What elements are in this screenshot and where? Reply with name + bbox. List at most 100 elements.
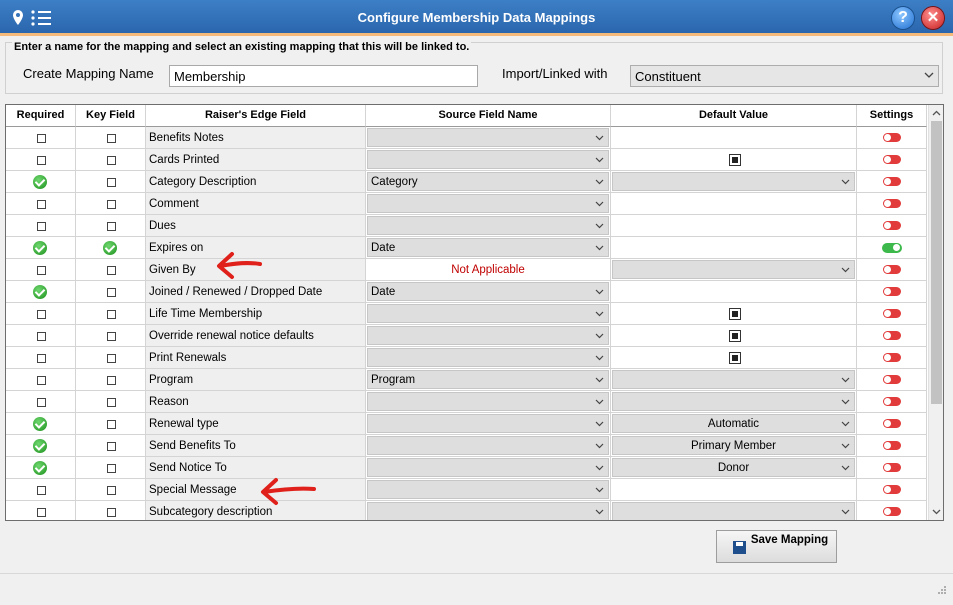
- settings-toggle-icon[interactable]: [883, 507, 901, 516]
- linked-with-select[interactable]: Constituent: [630, 65, 939, 87]
- default-value-checkbox[interactable]: [729, 154, 741, 166]
- required-checkbox[interactable]: [37, 134, 46, 143]
- source-field-select[interactable]: [367, 414, 609, 433]
- source-field-select[interactable]: [367, 194, 609, 213]
- required-checkbox[interactable]: [37, 332, 46, 341]
- default-value-select[interactable]: [612, 370, 855, 389]
- required-check-icon: [33, 461, 47, 475]
- default-value-input[interactable]: [611, 237, 857, 259]
- settings-toggle-icon[interactable]: [883, 287, 901, 296]
- default-value-select[interactable]: [612, 392, 855, 411]
- source-field-select[interactable]: [367, 480, 609, 499]
- required-checkbox[interactable]: [37, 266, 46, 275]
- key-field-checkbox[interactable]: [107, 332, 116, 341]
- settings-toggle-icon[interactable]: [883, 309, 901, 318]
- key-field-checkbox[interactable]: [107, 266, 116, 275]
- source-field-select[interactable]: Date: [367, 238, 609, 257]
- key-field-checkbox[interactable]: [107, 222, 116, 231]
- required-checkbox[interactable]: [37, 222, 46, 231]
- required-checkbox[interactable]: [37, 486, 46, 495]
- default-value-input[interactable]: [611, 127, 857, 149]
- key-field-checkbox[interactable]: [107, 354, 116, 363]
- key-field-checkbox[interactable]: [107, 310, 116, 319]
- key-field-checkbox[interactable]: [107, 288, 116, 297]
- help-icon[interactable]: ?: [892, 7, 914, 29]
- settings-toggle-icon[interactable]: [883, 375, 901, 384]
- mapping-name-input[interactable]: Membership: [169, 65, 478, 87]
- close-icon[interactable]: ✕: [922, 7, 944, 29]
- default-value-input[interactable]: [611, 281, 857, 303]
- settings-toggle-icon[interactable]: [883, 463, 901, 472]
- source-field-select[interactable]: [367, 216, 609, 235]
- settings-toggle-icon[interactable]: [883, 155, 901, 164]
- scroll-down-icon[interactable]: [932, 507, 941, 516]
- required-checkbox[interactable]: [37, 398, 46, 407]
- required-checkbox[interactable]: [37, 200, 46, 209]
- key-field-checkbox[interactable]: [107, 398, 116, 407]
- default-value-checkbox[interactable]: [729, 352, 741, 364]
- key-field-checkbox[interactable]: [107, 420, 116, 429]
- default-value-select[interactable]: Automatic: [612, 414, 855, 433]
- grid-scrollbar[interactable]: [928, 105, 943, 520]
- default-value-select[interactable]: [612, 502, 855, 520]
- required-checkbox[interactable]: [37, 156, 46, 165]
- scroll-up-icon[interactable]: [932, 109, 941, 118]
- default-value-cell: [611, 303, 857, 325]
- default-value-select[interactable]: [612, 172, 855, 191]
- default-value-select[interactable]: Primary Member: [612, 436, 855, 455]
- default-value-checkbox[interactable]: [729, 330, 741, 342]
- settings-toggle-icon[interactable]: [883, 265, 901, 274]
- settings-toggle-icon[interactable]: [883, 133, 901, 142]
- settings-cell: [857, 325, 927, 347]
- key-field-checkbox[interactable]: [107, 178, 116, 187]
- settings-toggle-icon[interactable]: [883, 353, 901, 362]
- default-value-input[interactable]: [611, 193, 857, 215]
- settings-toggle-icon[interactable]: [883, 419, 901, 428]
- key-field-checkbox[interactable]: [107, 134, 116, 143]
- chevron-down-icon: [595, 223, 604, 229]
- required-checkbox[interactable]: [37, 508, 46, 517]
- settings-toggle-icon[interactable]: [883, 397, 901, 406]
- settings-toggle-icon[interactable]: [883, 331, 901, 340]
- source-field-select[interactable]: [367, 502, 609, 520]
- key-field-checkbox[interactable]: [107, 464, 116, 473]
- settings-toggle-icon[interactable]: [883, 485, 901, 494]
- resize-grip-icon[interactable]: [937, 585, 947, 595]
- key-field-checkbox[interactable]: [107, 442, 116, 451]
- key-field-checkbox[interactable]: [107, 156, 116, 165]
- default-value-checkbox[interactable]: [729, 308, 741, 320]
- settings-toggle-icon[interactable]: [883, 221, 901, 230]
- source-field-select[interactable]: Category: [367, 172, 609, 191]
- key-field-checkbox[interactable]: [107, 508, 116, 517]
- settings-toggle-icon[interactable]: [883, 441, 901, 450]
- save-mapping-button[interactable]: Save Mapping: [716, 530, 837, 563]
- source-field-select[interactable]: [367, 326, 609, 345]
- key-field-checkbox[interactable]: [107, 376, 116, 385]
- chevron-down-icon: [595, 157, 604, 163]
- required-checkbox[interactable]: [37, 354, 46, 363]
- source-field-select[interactable]: [367, 304, 609, 323]
- settings-toggle-icon[interactable]: [883, 199, 901, 208]
- default-value-select[interactable]: [612, 260, 855, 279]
- key-field-checkbox[interactable]: [107, 200, 116, 209]
- default-value-input[interactable]: [611, 215, 857, 237]
- source-field-select[interactable]: Date: [367, 282, 609, 301]
- source-field-select[interactable]: [367, 458, 609, 477]
- settings-toggle-icon[interactable]: [882, 243, 902, 253]
- settings-toggle-icon[interactable]: [883, 177, 901, 186]
- chevron-down-icon: [595, 135, 604, 141]
- default-value-cell: [611, 369, 857, 391]
- key-field-check-icon: [103, 241, 117, 255]
- source-field-select[interactable]: [367, 150, 609, 169]
- source-field-select[interactable]: [367, 392, 609, 411]
- default-value-select[interactable]: Donor: [612, 458, 855, 477]
- default-value-input[interactable]: [611, 479, 857, 501]
- key-field-checkbox[interactable]: [107, 486, 116, 495]
- required-checkbox[interactable]: [37, 310, 46, 319]
- required-checkbox[interactable]: [37, 376, 46, 385]
- source-field-select[interactable]: [367, 128, 609, 147]
- source-field-select[interactable]: [367, 436, 609, 455]
- scrollbar-thumb[interactable]: [931, 121, 942, 404]
- source-field-select[interactable]: [367, 348, 609, 367]
- source-field-select[interactable]: Program: [367, 370, 609, 389]
